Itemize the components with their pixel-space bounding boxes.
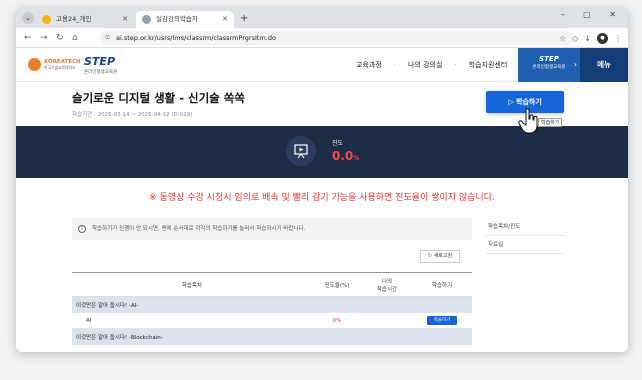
extensions-icon[interactable]: ◇ — [572, 34, 578, 43]
url-text: ai.step.or.kr/usrs/lms/classrm/classrmPr… — [116, 34, 276, 42]
tab-favicon-icon — [142, 15, 151, 24]
back-icon[interactable]: ← — [24, 31, 32, 45]
section-title: 이것만은 알아 둡시다! -Blockchain- — [72, 328, 472, 345]
header-contents: 학습목차 — [72, 272, 312, 297]
profile-avatar[interactable]: ● — [597, 32, 608, 44]
chevron-right-icon: › — [573, 60, 577, 69]
lesson-table: 학습목차 진도율(%) 나의 학습시간 학습하기 이것만은 알아 둡시다! -A… — [72, 272, 472, 345]
new-tab-icon[interactable]: + — [240, 11, 248, 26]
info-text: 학습하기가 진행이 안 되시면, 맨에 순서대로 각각의 학습하기를 눌러서 학… — [92, 226, 306, 232]
refresh-icon: ↻ — [427, 253, 433, 259]
logo2-sub: 온라인평생교육원 — [84, 70, 118, 75]
bookmark-icon[interactable]: ☆ — [559, 34, 566, 43]
table-header-row: 학습목차 진도율(%) 나의 학습시간 학습하기 — [72, 272, 472, 297]
main-nav: 교육과정 · 나의 강의실 · 학습지원센터 — [356, 48, 507, 82]
study-tooltip: 학습하기 — [538, 118, 563, 127]
banner-title: STEP — [539, 55, 559, 63]
site-info-icon[interactable]: ⊙ — [105, 31, 110, 45]
info-box: i 학습하기가 진행이 안 되시면, 맨에 순서대로 각각의 학습하기를 눌러서… — [72, 218, 472, 240]
course-title: 슬기로운 디지털 생활 - 신기술 쏙쏙 — [72, 91, 245, 105]
lesson-study-button[interactable]: 학습하기 — [427, 316, 457, 325]
forward-icon[interactable]: → — [40, 31, 48, 45]
home-icon[interactable]: ⌂ — [72, 31, 78, 45]
side-nav: 학습목차/진도 자료실 — [486, 218, 564, 254]
koreatech-emblem-icon — [28, 58, 41, 71]
address-bar: ← → ↻ ⌂ ⊙ ai.step.or.kr/usrs/lms/classrm… — [16, 28, 628, 48]
site-header: KOREATECH 한국기술교육대학교 STEP 온라인평생교육원 교육과정 ·… — [16, 48, 628, 82]
progress-unit: % — [353, 155, 360, 162]
side-nav-item-contents[interactable]: 학습목차/진도 — [486, 218, 564, 236]
info-icon: i — [78, 225, 86, 233]
course-header: 슬기로운 디지털 생활 - 신기술 쏙쏙 학습기간 : 2025-03-14 ~… — [16, 82, 628, 134]
header-time-line1: 나의 — [381, 278, 393, 285]
step-logo[interactable]: STEP 온라인평생교육원 — [84, 56, 117, 78]
progress-number: 0.0 — [332, 149, 354, 163]
header-study-time: 나의 학습시간 — [362, 272, 412, 297]
browser-tab-2[interactable]: 실감강의학습자 ✕ — [136, 11, 234, 28]
lesson-content: i 학습하기가 진행이 안 되시면, 맨에 순서대로 각각의 학습하기를 눌러서… — [16, 212, 628, 352]
logo1-sub: 한국기술교육대학교 — [44, 64, 76, 70]
period-text: 학습기간 : 2025-03-14 ~ 2025-04-12 — [72, 112, 170, 118]
menu-button[interactable]: 메뉴 — [580, 48, 628, 82]
table-section-row: 이것만은 알아 둡시다! -AI- — [72, 296, 472, 313]
table-row: AI 0% 학습하기 — [72, 312, 472, 329]
tab-title: 고용24_개인 — [56, 15, 92, 23]
nav-support-center[interactable]: 학습지원센터 — [469, 60, 508, 70]
banner-sub: 온라인평생교육원 — [532, 65, 566, 70]
table-section-row: 이것만은 알아 둡시다! -Blockchain- — [72, 328, 472, 345]
header-time-line2: 학습시간 — [376, 286, 398, 293]
browser-tab-1[interactable]: 고용24_개인 ✕ — [36, 11, 134, 28]
lesson-progress: 0% — [312, 312, 362, 329]
header-progress: 진도율(%) — [312, 272, 362, 297]
speed-warning-notice: ※ 동영상 수강 시청시 임의로 배속 및 빨리 감기 기능을 사용하면 진도율… — [149, 193, 495, 203]
lesson-study-time — [362, 312, 412, 329]
notice-area: ※ 동영상 수강 시청시 임의로 배속 및 빨리 감기 기능을 사용하면 진도율… — [16, 178, 628, 212]
logo1-name: KOREATECH — [44, 58, 81, 65]
side-nav-item-archive[interactable]: 자료실 — [486, 236, 564, 254]
progress-label: 진도 — [332, 140, 344, 147]
window-controls[interactable]: – ▢ ✕ — [561, 10, 624, 19]
play-icon: ▷ — [508, 98, 517, 106]
close-tab-icon[interactable]: ✕ — [222, 11, 228, 28]
progress-value: 0.0% — [332, 149, 359, 163]
lesson-action-cell: 학습하기 — [412, 312, 472, 329]
nav-my-classroom[interactable]: 나의 강의실 — [408, 60, 442, 70]
url-input[interactable]: ⊙ ai.step.or.kr/usrs/lms/classrm/classrm… — [100, 31, 574, 45]
tab-favicon-icon — [42, 15, 51, 24]
section-title: 이것만은 알아 둡시다! -AI- — [72, 296, 472, 313]
course-period: 학습기간 : 2025-03-14 ~ 2025-04-12 (D-029) — [72, 110, 192, 118]
tab-title: 실감강의학습자 — [156, 15, 198, 23]
refresh-label: 새로고침 — [433, 253, 453, 259]
tab-strip: ⌄ 고용24_개인 ✕ 실감강의학습자 ✕ + – ▢ ✕ — [16, 8, 628, 28]
dday-badge: (D-029) — [171, 112, 193, 118]
refresh-button[interactable]: ↻ 새로고침 — [420, 250, 460, 263]
nav-courses[interactable]: 교육과정 — [356, 60, 382, 70]
toolbar-icons: ☆ ◇ ↓ ● ⋮ — [559, 31, 622, 45]
more-menu-icon[interactable]: ⋮ — [614, 34, 622, 43]
download-icon[interactable]: ↓ — [584, 34, 591, 43]
study-button-label: 학습하기 — [516, 98, 542, 106]
nav-divider: · — [393, 61, 396, 69]
tab-search-icon[interactable]: ⌄ — [22, 12, 34, 24]
header-action: 학습하기 — [412, 272, 472, 297]
close-tab-icon[interactable]: ✕ — [122, 11, 128, 28]
browser-window: ⌄ 고용24_개인 ✕ 실감강의학습자 ✕ + – ▢ ✕ ← → ↻ ⌂ ⊙ … — [16, 8, 628, 352]
lesson-name: AI — [72, 312, 312, 329]
reload-icon[interactable]: ↻ — [56, 31, 64, 45]
nav-divider: · — [454, 61, 457, 69]
step-banner[interactable]: STEP 온라인평생교육원 › — [518, 48, 580, 82]
lecture-presentation-icon — [286, 136, 316, 166]
hand-cursor-icon — [518, 108, 538, 134]
koreatech-logo[interactable]: KOREATECH 한국기술교육대학교 — [28, 58, 81, 71]
